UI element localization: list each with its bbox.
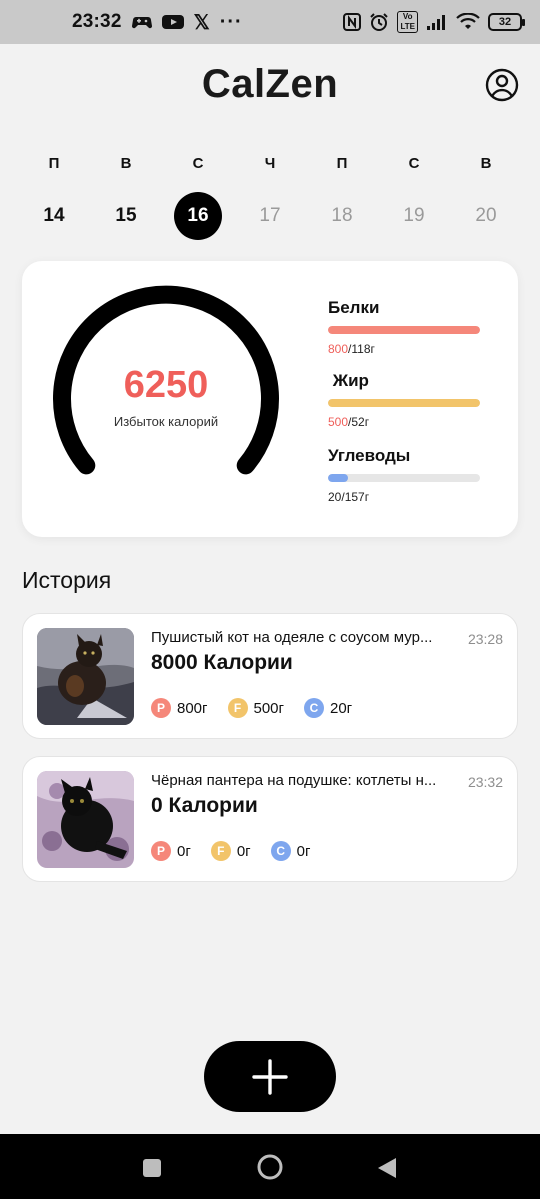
day-of-week-label: П <box>336 155 348 172</box>
back-button[interactable] <box>376 1156 398 1185</box>
history-entry[interactable]: Чёрная пантера на подушке: котлеты н... … <box>22 756 518 882</box>
date-number[interactable]: 20 <box>462 192 510 240</box>
day-column[interactable]: С 19 <box>378 150 450 240</box>
entry-protein: P 800г <box>151 698 208 718</box>
macro-value: 20/157г <box>328 490 480 504</box>
day-column[interactable]: В 15 <box>90 150 162 240</box>
volte-icon: Vo LTE <box>397 11 418 33</box>
back-icon <box>378 1158 396 1178</box>
macro-progress-fill <box>328 399 480 407</box>
day-column[interactable]: С 16 <box>162 150 234 240</box>
game-controller-icon <box>131 14 152 30</box>
calorie-label: Избыток калорий <box>113 414 219 429</box>
entry-fat: F 500г <box>227 698 285 718</box>
app-title: CalZen <box>201 62 339 106</box>
macro-name: Углеводы <box>328 446 411 465</box>
macro-current: 20 <box>328 490 342 504</box>
macro-progress-fill <box>328 326 480 334</box>
entry-fat-value: 0г <box>236 842 251 860</box>
carbs-badge: C <box>304 698 324 718</box>
add-meal-button[interactable] <box>204 1041 336 1112</box>
system-navigation-bar <box>0 1134 540 1199</box>
macro-goal: /157г <box>341 490 370 504</box>
entry-calories: 8000 Калории <box>151 651 293 674</box>
selected-date[interactable]: 16 <box>174 192 222 240</box>
profile-button[interactable] <box>485 68 519 102</box>
entry-carbs: C 20г <box>304 698 352 718</box>
macro-value: 800/118г <box>328 342 480 356</box>
macro-1: Жир 500/52г <box>328 371 480 429</box>
day-column[interactable]: П 18 <box>306 150 378 240</box>
macro-name: Белки <box>328 298 380 317</box>
macro-0: Белки 800/118г <box>328 298 480 356</box>
date-number[interactable]: 17 <box>246 192 294 240</box>
day-of-week-label: В <box>480 155 492 172</box>
macro-progress-bar <box>328 399 480 407</box>
entry-time: 23:32 <box>467 774 503 790</box>
day-column[interactable]: Ч 17 <box>234 150 306 240</box>
protein-badge: P <box>151 698 171 718</box>
macro-progress-fill <box>328 474 348 482</box>
x-icon: 𝕏 <box>193 11 210 34</box>
entry-calories: 0 Калории <box>151 794 258 817</box>
alarm-icon <box>369 12 389 32</box>
day-of-week-label: В <box>120 155 132 172</box>
entry-name: Чёрная пантера на подушке: котлеты н... <box>151 772 437 789</box>
day-of-week-label: П <box>48 155 60 172</box>
week-calendar: П 14 В 15 С 16 Ч 17 П 18 С 19 В 20 <box>18 150 522 240</box>
macro-goal: /52г <box>348 415 370 429</box>
home-icon <box>257 1154 283 1180</box>
macro-goal: /118г <box>348 342 375 356</box>
battery-icon: 32 <box>488 13 525 31</box>
recents-icon <box>143 1159 161 1177</box>
entry-carbs: C 0г <box>270 841 311 861</box>
wifi-icon <box>456 13 480 31</box>
carbs-badge: C <box>270 841 291 861</box>
entry-fat: F 0г <box>210 841 251 861</box>
day-column[interactable]: П 14 <box>18 150 90 240</box>
date-number[interactable]: 18 <box>318 192 366 240</box>
recents-button[interactable] <box>142 1158 162 1183</box>
entry-protein: P 0г <box>151 841 191 861</box>
macro-progress-bar <box>328 474 480 482</box>
macro-current: 800 <box>328 342 349 356</box>
entry-name: Пушистый кот на одеяле с соусом мур... <box>151 629 433 646</box>
protein-badge: P <box>151 841 171 861</box>
macro-2: Углеводы 20/157г <box>328 446 480 504</box>
entry-carbs-value: 20г <box>330 699 353 717</box>
daily-summary-card: 6250 Избыток калорий Белки 800/118г Жир 50… <box>22 261 518 537</box>
entry-carbs-value: 0г <box>296 842 311 860</box>
youtube-icon <box>161 14 184 30</box>
macro-name: Жир <box>328 371 369 390</box>
fat-badge: F <box>210 841 231 861</box>
date-number[interactable]: 15 <box>102 192 150 240</box>
day-of-week-label: Ч <box>264 155 276 172</box>
food-photo <box>37 771 134 868</box>
signal-icon <box>426 13 448 31</box>
date-number[interactable]: 19 <box>390 192 438 240</box>
history-entry[interactable]: Пушистый кот на одеяле с соусом мур... 2… <box>22 613 518 739</box>
day-column[interactable]: В 20 <box>450 150 522 240</box>
status-bar: 23:32 𝕏 ··· Vo LTE 32 <box>0 0 540 44</box>
calorie-value: 6250 <box>123 364 209 406</box>
entry-time: 23:28 <box>467 631 503 647</box>
macro-current: 500 <box>328 415 349 429</box>
plus-icon <box>252 1058 288 1095</box>
entry-protein-value: 0г <box>177 842 191 860</box>
macro-value: 500/52г <box>328 415 480 429</box>
history-title: История <box>22 567 112 593</box>
fat-badge: F <box>227 698 248 718</box>
more-dots-icon: ··· <box>219 10 243 33</box>
macro-progress-bar <box>328 326 480 334</box>
user-icon <box>485 68 519 102</box>
entry-fat-value: 500г <box>253 699 285 717</box>
date-number[interactable]: 14 <box>30 192 78 240</box>
day-of-week-label: С <box>192 155 204 172</box>
home-button[interactable] <box>256 1153 284 1186</box>
food-photo <box>37 628 134 725</box>
status-time: 23:32 <box>72 11 122 32</box>
day-of-week-label: С <box>408 155 420 172</box>
nfc-icon <box>343 13 362 31</box>
entry-protein-value: 800г <box>177 699 208 717</box>
